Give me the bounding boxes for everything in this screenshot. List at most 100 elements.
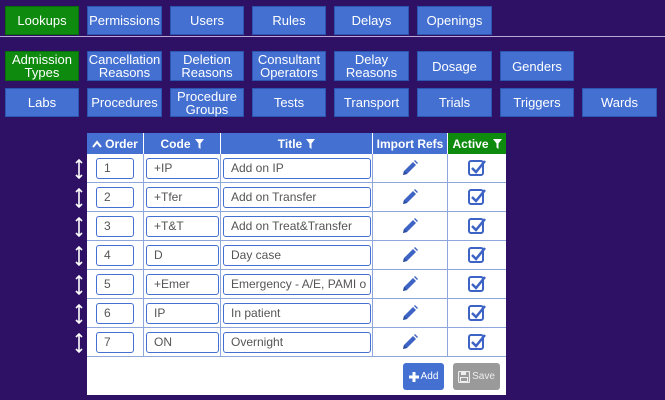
- subtab-labs[interactable]: Labs: [5, 88, 79, 117]
- header-order[interactable]: Order: [87, 133, 144, 154]
- title-cell: Overnight: [221, 328, 373, 357]
- title-input[interactable]: Emergency - A/E, PAMI o: [223, 274, 371, 295]
- pencil-icon[interactable]: [401, 217, 419, 235]
- checkbox-checked-icon[interactable]: [468, 188, 486, 206]
- order-input[interactable]: 3: [96, 216, 134, 237]
- code-input[interactable]: IP: [146, 303, 219, 324]
- subtab-transport[interactable]: Transport: [334, 88, 409, 117]
- order-input[interactable]: 6: [96, 303, 134, 324]
- checkbox-checked-icon[interactable]: [468, 217, 486, 235]
- active-cell: [448, 270, 506, 299]
- tab-openings[interactable]: Openings: [417, 6, 492, 35]
- title-input[interactable]: Overnight: [223, 332, 371, 353]
- active-cell: [448, 212, 506, 241]
- title-input[interactable]: Add on IP: [223, 158, 371, 179]
- code-input[interactable]: D: [146, 245, 219, 266]
- header-order-label: Order: [105, 136, 138, 151]
- plus-icon: [408, 371, 419, 382]
- pencil-icon[interactable]: [401, 275, 419, 293]
- order-input[interactable]: 5: [96, 274, 134, 295]
- tab-delays[interactable]: Delays: [334, 6, 409, 35]
- drag-handle-icon[interactable]: [73, 158, 85, 180]
- header-code[interactable]: Code: [144, 133, 221, 154]
- admission-types-table: Order Code Title Import Refs Active 1 +IP…: [87, 133, 506, 395]
- checkbox-checked-icon[interactable]: [468, 159, 486, 177]
- tab-rules[interactable]: Rules: [252, 6, 326, 35]
- code-input[interactable]: ON: [146, 332, 219, 353]
- drag-handle-icon[interactable]: [73, 303, 85, 325]
- code-input[interactable]: +Tfer: [146, 187, 219, 208]
- pencil-icon[interactable]: [401, 246, 419, 264]
- subtab-admission-types[interactable]: Admission Types: [5, 51, 79, 81]
- code-cell: +Tfer: [144, 183, 221, 212]
- subtab-cancellation-reasons[interactable]: Cancellation Reasons: [87, 51, 162, 81]
- tab-lookups[interactable]: Lookups: [5, 6, 79, 35]
- import-refs-cell: [373, 328, 448, 357]
- subtab-genders[interactable]: Genders: [500, 51, 574, 81]
- code-input[interactable]: +T&T: [146, 216, 219, 237]
- checkbox-checked-icon[interactable]: [468, 275, 486, 293]
- title-input[interactable]: Add on Treat&Transfer: [223, 216, 371, 237]
- filter-icon[interactable]: [306, 138, 316, 149]
- code-input[interactable]: +Emer: [146, 274, 219, 295]
- tab-permissions[interactable]: Permissions: [87, 6, 162, 35]
- filter-icon[interactable]: [194, 138, 204, 149]
- title-input[interactable]: In patient: [223, 303, 371, 324]
- active-cell: [448, 183, 506, 212]
- order-cell: 3: [87, 212, 144, 241]
- import-refs-cell: [373, 212, 448, 241]
- pencil-icon[interactable]: [401, 333, 419, 351]
- checkbox-checked-icon[interactable]: [468, 333, 486, 351]
- title-input[interactable]: Add on Transfer: [223, 187, 371, 208]
- subtab-deletion-reasons[interactable]: Deletion Reasons: [170, 51, 244, 81]
- order-input[interactable]: 4: [96, 245, 134, 266]
- subtab-procedures[interactable]: Procedures: [87, 88, 162, 117]
- import-refs-cell: [373, 183, 448, 212]
- drag-handle-icon[interactable]: [73, 245, 85, 267]
- code-cell: D: [144, 241, 221, 270]
- filter-icon[interactable]: [492, 138, 502, 149]
- order-cell: 5: [87, 270, 144, 299]
- drag-handle-icon[interactable]: [73, 332, 85, 354]
- subtab-delay-reasons[interactable]: Delay Reasons: [334, 51, 409, 81]
- code-cell: +T&T: [144, 212, 221, 241]
- drag-handle-icon[interactable]: [73, 187, 85, 209]
- title-input[interactable]: Day case: [223, 245, 371, 266]
- subtab-procedure-groups[interactable]: Procedure Groups: [170, 88, 244, 117]
- header-import-refs: Import Refs: [373, 133, 448, 154]
- table-row: 7 ON Overnight: [87, 328, 506, 357]
- header-title-label: Title: [277, 136, 303, 151]
- code-input[interactable]: +IP: [146, 158, 219, 179]
- drag-handle-icon[interactable]: [73, 216, 85, 238]
- header-title[interactable]: Title: [221, 133, 373, 154]
- pencil-icon[interactable]: [401, 159, 419, 177]
- order-cell: 1: [87, 154, 144, 183]
- title-cell: In patient: [221, 299, 373, 328]
- order-input[interactable]: 1: [96, 158, 134, 179]
- tab-divider: [0, 36, 665, 37]
- drag-handle-icon[interactable]: [73, 274, 85, 296]
- order-input[interactable]: 2: [96, 187, 134, 208]
- subtab-wards[interactable]: Wards: [582, 88, 657, 117]
- order-input[interactable]: 7: [96, 332, 134, 353]
- add-button-label: Add: [420, 371, 439, 382]
- table-row: 3 +T&T Add on Treat&Transfer: [87, 212, 506, 241]
- subtab-tests[interactable]: Tests: [252, 88, 326, 117]
- add-button[interactable]: Add: [403, 363, 444, 390]
- tab-users[interactable]: Users: [170, 6, 244, 35]
- subtab-triggers[interactable]: Triggers: [500, 88, 574, 117]
- table-row: 2 +Tfer Add on Transfer: [87, 183, 506, 212]
- pencil-icon[interactable]: [401, 188, 419, 206]
- table-row: 6 IP In patient: [87, 299, 506, 328]
- checkbox-checked-icon[interactable]: [468, 246, 486, 264]
- subtab-dosage[interactable]: Dosage: [417, 51, 492, 81]
- pencil-icon[interactable]: [401, 304, 419, 322]
- header-active[interactable]: Active: [448, 133, 506, 154]
- subtab-consultant-operators[interactable]: Consultant Operators: [252, 51, 326, 81]
- header-active-label: Active: [452, 136, 489, 151]
- subtab-trials[interactable]: Trials: [417, 88, 492, 117]
- order-cell: 7: [87, 328, 144, 357]
- title-cell: Add on Treat&Transfer: [221, 212, 373, 241]
- save-button[interactable]: Save: [453, 363, 500, 390]
- checkbox-checked-icon[interactable]: [468, 304, 486, 322]
